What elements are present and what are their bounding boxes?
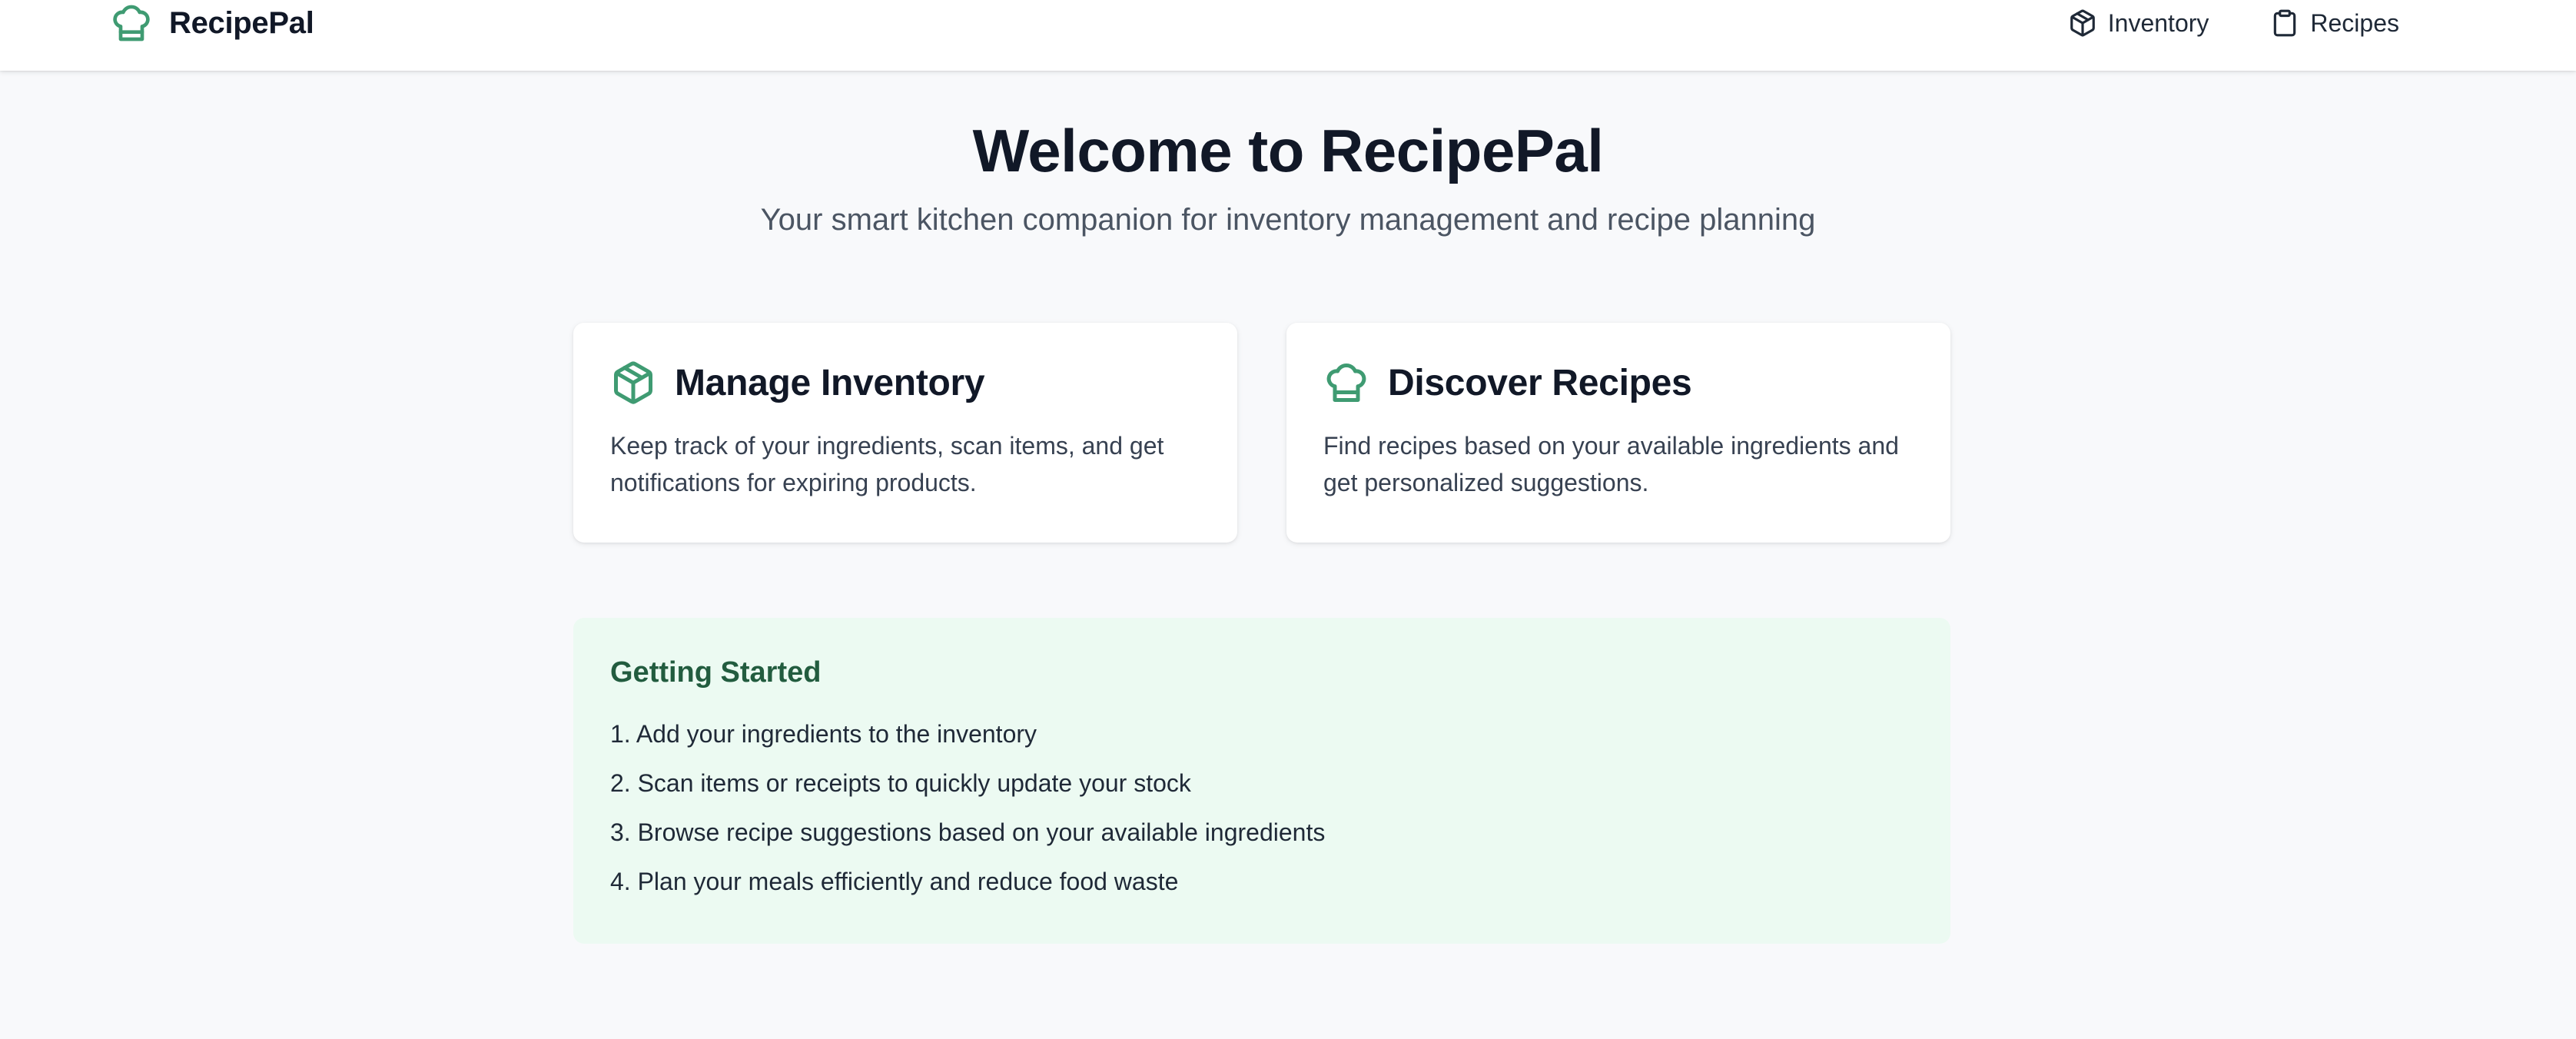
navbar-inner: RecipePal Inventory Recipes — [109, 0, 2399, 46]
nav-item-inventory-label: Inventory — [2107, 8, 2209, 37]
list-item: 3. Browse recipe suggestions based on yo… — [610, 818, 1326, 846]
feature-card-title: Discover Recipes — [1388, 362, 1692, 403]
main-content: Welcome to RecipePal Your smart kitchen … — [0, 71, 2576, 944]
nav-item-recipes-label: Recipes — [2310, 8, 2399, 37]
feature-card-header: Manage Inventory — [610, 360, 1200, 406]
list-item: 2. Scan items or receipts to quickly upd… — [610, 769, 1191, 797]
nav-links: Inventory Recipes — [2068, 8, 2399, 38]
getting-started-panel: Getting Started 1. Add your ingredients … — [573, 618, 1950, 944]
getting-started-steps: 1. Add your ingredients to the inventory… — [610, 709, 1914, 906]
package-icon — [2068, 8, 2097, 38]
feature-card-title: Manage Inventory — [675, 362, 985, 403]
feature-card-description: Find recipes based on your available ing… — [1323, 432, 1899, 496]
feature-card-header: Discover Recipes — [1323, 360, 1914, 406]
nav-item-recipes[interactable]: Recipes — [2270, 8, 2399, 38]
list-item: 1. Add your ingredients to the inventory — [610, 720, 1037, 748]
list-item: 4. Plan your meals efficiently and reduc… — [610, 868, 1179, 895]
brand-link[interactable]: RecipePal — [109, 2, 314, 45]
feature-card-recipes[interactable]: Discover Recipes Find recipes based on y… — [1286, 323, 1950, 543]
feature-cards: Manage Inventory Keep track of your ingr… — [573, 323, 1950, 543]
top-navbar: RecipePal Inventory Recipes — [0, 0, 2576, 71]
feature-card-description: Keep track of your ingredients, scan ite… — [610, 432, 1164, 496]
page-title: Welcome to RecipePal — [972, 117, 1604, 184]
brand-name: RecipePal — [169, 5, 314, 40]
hero-section: Welcome to RecipePal Your smart kitchen … — [0, 71, 2576, 240]
package-icon — [610, 360, 656, 406]
chef-hat-icon — [1323, 360, 1369, 406]
chef-hat-icon — [109, 2, 154, 45]
getting-started-title: Getting Started — [610, 656, 822, 689]
nav-item-inventory[interactable]: Inventory — [2068, 8, 2209, 38]
page-subtitle: Your smart kitchen companion for invento… — [760, 202, 1816, 237]
feature-card-inventory[interactable]: Manage Inventory Keep track of your ingr… — [573, 323, 1237, 543]
clipboard-icon — [2270, 8, 2299, 38]
